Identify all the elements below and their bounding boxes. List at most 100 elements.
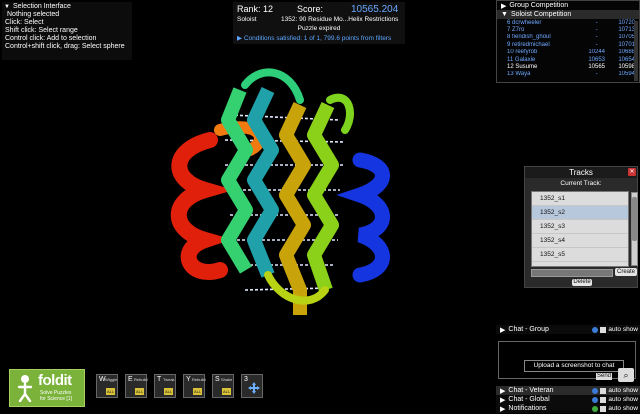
tool-name: Wiggle: [105, 377, 118, 382]
status-icon[interactable]: [592, 405, 599, 412]
track-list-scrollbar[interactable]: [631, 192, 638, 266]
tool-scope: ALL: [193, 388, 202, 395]
auto-show-checkbox[interactable]: [600, 326, 607, 333]
scrollbar-thumb[interactable]: [632, 197, 637, 241]
foldit-logo[interactable]: foldit Solve Puzzles for Science [1]: [9, 369, 85, 407]
chat-group-bar[interactable]: ▶ Chat - Group auto show: [496, 325, 640, 334]
current-track-label: Current Track:: [560, 180, 602, 187]
player-score: 10598: [618, 64, 635, 71]
soloist-competition-bar[interactable]: ▼ Soloist Competition: [497, 10, 639, 19]
auto-show-checkbox[interactable]: [600, 405, 607, 412]
track-item[interactable]: 1352_s1: [532, 192, 628, 206]
auto-show-checkbox[interactable]: [600, 396, 607, 403]
track-list[interactable]: 1352_s1 1352_s2 1352_s3 1352_s4 1352_s5: [531, 191, 638, 267]
leaderboard-row[interactable]: 13 Waya - 10594: [507, 71, 635, 78]
tool-name: Tweak: [163, 377, 175, 382]
chat-group-label: Chat - Group: [508, 326, 549, 333]
chat-global-bar[interactable]: ▶ Chat - Global auto show: [496, 395, 640, 404]
action-toolbar: W Wiggle ALL E Rebuild ALL T Tweak ALL Y…: [96, 374, 266, 400]
group-competition-bar[interactable]: ▶ Group Competition: [497, 1, 639, 10]
delete-track-button[interactable]: Delete: [572, 279, 592, 286]
player-score: 10654: [618, 56, 635, 63]
player-score: 10594: [618, 71, 635, 78]
move-arrows-icon: [248, 382, 260, 394]
expand-arrow-icon: ▶: [500, 387, 506, 395]
player-score: 10688: [618, 49, 635, 56]
player-name: 8 fiendish_ghoul: [507, 34, 551, 41]
selection-interface-header[interactable]: ▼ Selection Interface: [2, 2, 132, 11]
score-label: Score:: [297, 4, 324, 14]
protein-viewport[interactable]: [150, 60, 400, 330]
screenshot-icon[interactable]: ⌕: [618, 368, 634, 382]
leaderboard-row[interactable]: 7 Z7ro - 10713: [507, 26, 635, 33]
rebuild-alt-tool-button[interactable]: Y Rebuild ALL: [183, 374, 206, 398]
chat-veteran-bar[interactable]: ▶ Chat - Veteran auto show: [496, 386, 640, 395]
player-prev-score: -: [595, 71, 598, 78]
chat-global-label: Chat - Global: [508, 396, 550, 403]
strand-teal: [247, 87, 279, 278]
selection-interface-panel: ▼ Selection Interface Nothing selected C…: [2, 2, 132, 60]
expand-arrow-icon: ▶: [500, 326, 506, 334]
helix-blue: [336, 152, 390, 283]
leaderboard-row[interactable]: 9 retiredmichael - 10701: [507, 41, 635, 48]
info-icon[interactable]: [592, 326, 599, 333]
track-item[interactable]: 1352_s5: [532, 248, 628, 262]
track-item[interactable]: 1352_s3: [532, 220, 628, 234]
notifications-bar[interactable]: ▶ Notifications auto show: [496, 404, 640, 413]
tweak-tool-button[interactable]: T Tweak ALL: [154, 374, 176, 398]
track-item[interactable]: 1352_s4: [532, 234, 628, 248]
leaderboard-row[interactable]: 6 dcrwheeler - 10720: [507, 19, 635, 26]
selection-help-line: Shift click: Select range: [5, 27, 78, 34]
leaderboard-row[interactable]: 12 Susume 10565 10598: [507, 63, 635, 70]
info-icon[interactable]: [592, 396, 599, 403]
create-track-button[interactable]: Create: [615, 268, 637, 276]
logo-name: foldit: [38, 372, 72, 389]
expand-arrow-icon: ▶: [501, 2, 507, 10]
track-name-input[interactable]: [531, 269, 613, 277]
close-icon[interactable]: ✕: [628, 168, 636, 176]
move-tool-button[interactable]: 3: [241, 374, 263, 398]
selection-help-line: Control click: Add to selection: [5, 35, 97, 42]
shake-tool-button[interactable]: S Shake ALL: [212, 374, 234, 398]
leaderboard-row[interactable]: 11 Galaxie 10653 10654: [507, 56, 635, 63]
leaderboard-row[interactable]: 10 reefyrob 10244 10688: [507, 49, 635, 56]
expand-arrow-icon[interactable]: ▶: [237, 35, 242, 42]
player-score: 10701: [618, 41, 635, 48]
wiggle-tool-button[interactable]: W Wiggle ALL: [96, 374, 118, 398]
leaderboard-row[interactable]: 8 fiendish_ghoul - 10705: [507, 34, 635, 41]
chat-box: Upload a screenshot to chat Send ⌕: [496, 338, 640, 384]
upload-screenshot-tooltip: Upload a screenshot to chat: [524, 360, 624, 372]
track-item-selected[interactable]: 1352_s2: [532, 206, 628, 220]
conditions-text: Conditions satisfied: 1 of 1, 799.6 poin…: [243, 35, 392, 42]
player-name: 12 Susume: [507, 64, 538, 71]
competition-panel: ▶ Group Competition ▼ Soloist Competitio…: [496, 0, 640, 83]
tool-name: Rebuild: [192, 377, 206, 382]
send-button[interactable]: Send: [596, 373, 612, 380]
expand-arrow-icon: ▶: [500, 405, 506, 413]
loop-top-right: [326, 93, 354, 134]
tool-letter: Y: [186, 376, 191, 383]
strand-lime: [307, 102, 339, 293]
conditions-row[interactable]: ▶ Conditions satisfied: 1 of 1, 799.6 po…: [233, 34, 405, 42]
player-prev-score: -: [595, 19, 598, 26]
rebuild-tool-button[interactable]: E Rebuild ALL: [125, 374, 148, 398]
tool-scope: ALL: [106, 388, 115, 395]
foldit-figure-icon: [17, 375, 33, 402]
selection-help-line: Click: Select: [5, 19, 44, 26]
collapse-arrow-icon[interactable]: ▼: [4, 4, 10, 10]
collapse-arrow-icon: ▼: [501, 11, 508, 18]
player-score: 10705: [618, 34, 635, 41]
soloist-competition-label: Soloist Competition: [510, 11, 572, 18]
leaderboard-scrollbar[interactable]: [634, 21, 638, 81]
tool-name: Rebuild: [134, 377, 148, 382]
player-prev-score: -: [595, 27, 598, 34]
player-name: 9 retiredmichael: [507, 41, 550, 48]
leaderboard-table: 6 dcrwheeler -10720 7 Z7ro -10713 8 fiendish…: [507, 19, 635, 78]
chat-veteran-label: Chat - Veteran: [508, 387, 554, 394]
group-competition-label: Group Competition: [509, 2, 569, 9]
auto-show-checkbox[interactable]: [600, 387, 607, 394]
notifications-label: Notifications: [508, 405, 547, 412]
player-name: 7 Z7ro: [507, 27, 525, 34]
logo-tagline: Solve Puzzles for Science [1]: [40, 390, 72, 402]
info-icon[interactable]: [592, 387, 599, 394]
